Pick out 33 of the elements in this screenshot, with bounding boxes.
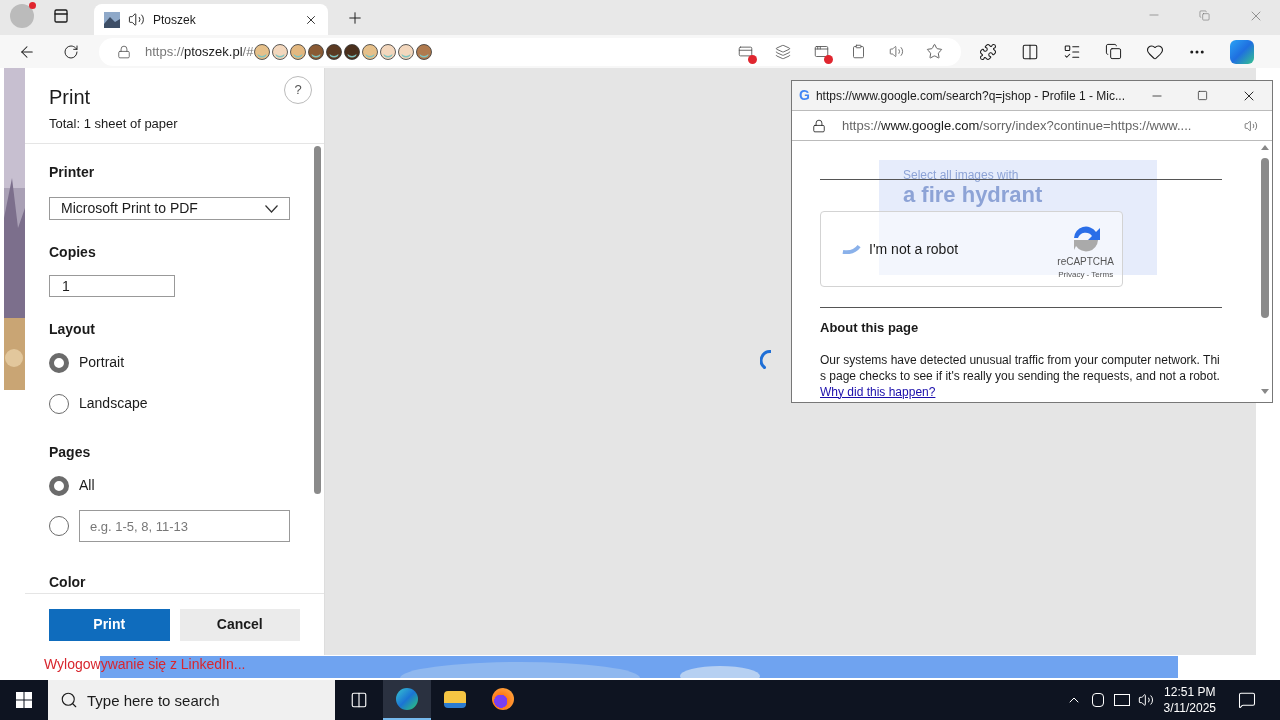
page-range-field[interactable]: e.g. 1-5, 8, 11-13 <box>79 510 290 542</box>
printer-dropdown[interactable]: Microsoft Print to PDF <box>49 197 290 220</box>
url-text: https://www.google.com/sorry/index?continue=https://www.... <box>842 116 1193 135</box>
notice-paragraph: Our systems have detected unusual traffic from your computer network. This page checks to see if it's really you sending the requests, and not a robot. Why did this happen? <box>820 351 1221 400</box>
clock-time[interactable]: 12:51 PM <box>1164 684 1216 700</box>
option-label: All <box>79 476 95 495</box>
google-icon: G <box>799 85 810 106</box>
url-text: https://ptoszek.pl/# <box>145 42 254 61</box>
print-button[interactable]: Print <box>49 608 170 641</box>
copies-field[interactable]: 1 <box>49 275 175 297</box>
privacy-terms-links[interactable]: Privacy - Terms <box>1058 268 1114 281</box>
checkbox-label[interactable]: I'm not a robot <box>869 238 1058 260</box>
window-title: https://www.google.com/search?q=jshop - Profile 1 - Mic... <box>815 87 1127 105</box>
challenge-target: a fire hydrant <box>903 182 1043 208</box>
address-bar[interactable]: https://ptoszek.pl/# <box>99 37 961 66</box>
clock-date[interactable]: 3/11/2025 <box>1163 700 1216 716</box>
option-label: Landscape <box>79 394 148 413</box>
challenge-prompt: Select all images with <box>903 168 1019 182</box>
sheet-total: Total: 1 sheet of paper <box>49 115 179 133</box>
taskbar-search-field[interactable]: Type here to search <box>48 680 335 720</box>
section-heading: About this page <box>820 319 920 337</box>
recaptcha-brand: reCAPTCHA <box>1057 254 1114 269</box>
tab-title: Ptoszek <box>153 11 197 29</box>
section-label: Printer <box>49 163 96 182</box>
dialog-title: Print <box>49 85 92 110</box>
section-label: Layout <box>49 320 96 339</box>
section-label: Pages <box>49 443 92 462</box>
section-label: Color <box>49 573 87 592</box>
browser-tab[interactable]: Ptoszek <box>94 4 328 35</box>
cancel-button[interactable]: Cancel <box>179 608 300 641</box>
section-label: Copies <box>49 243 97 262</box>
why-link[interactable]: Why did this happen? <box>820 384 936 399</box>
option-label: Portrait <box>79 353 125 372</box>
